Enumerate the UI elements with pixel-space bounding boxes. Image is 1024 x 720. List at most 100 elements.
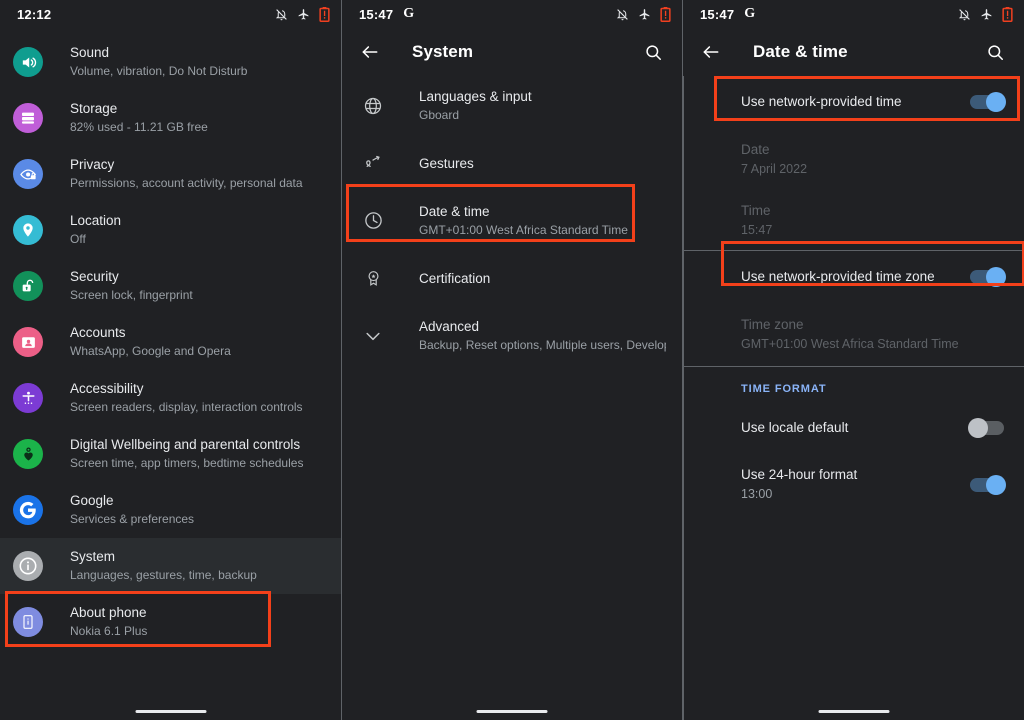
- panel-settings: 12:12 Sound Volume, vibration, Do Not Di…: [0, 0, 341, 720]
- system-item-gestures[interactable]: Gestures: [342, 135, 682, 191]
- row-value: GMT+01:00 West Africa Standard Time: [741, 337, 959, 351]
- settings-item-subtitle: Volume, vibration, Do Not Disturb: [70, 64, 248, 78]
- system-item-title: Gestures: [419, 155, 474, 171]
- toggle-use-network-provided-time[interactable]: [970, 92, 1006, 112]
- row-title: Use network-provided time: [741, 94, 902, 109]
- notifications-off-icon: [958, 8, 971, 21]
- row-date: Date 7 April 2022: [683, 128, 1024, 189]
- settings-item-subtitle: Screen time, app timers, bedtime schedul…: [70, 456, 304, 470]
- status-clock: 12:12: [17, 6, 52, 22]
- battery-alert-icon: [660, 6, 671, 22]
- settings-item-accessibility[interactable]: Accessibility Screen readers, display, i…: [0, 370, 341, 426]
- lock-open-icon: [13, 271, 43, 301]
- storage-icon: [13, 103, 43, 133]
- system-item-title: Certification: [419, 270, 491, 286]
- settings-item-title: Accessibility: [70, 381, 144, 396]
- row-use-24-hour-format[interactable]: Use 24-hour format 13:00: [683, 453, 1024, 516]
- row-time: Time 15:47: [683, 189, 1024, 250]
- settings-item-digital-wellbeing[interactable]: Digital Wellbeing and parental controls …: [0, 426, 341, 482]
- airplane-mode-icon: [980, 8, 993, 21]
- appbar-date-time: Date & time: [683, 28, 1024, 76]
- toggle-use-network-provided-time-zone[interactable]: [970, 267, 1006, 287]
- system-item-subtitle: Gboard: [419, 108, 460, 122]
- system-item-certification[interactable]: Certification: [342, 250, 682, 306]
- row-title: Time zone: [741, 317, 804, 332]
- info-circle-icon: [13, 551, 43, 581]
- settings-item-title: Storage: [70, 101, 118, 116]
- nav-gesture-pill: [476, 710, 548, 713]
- row-use-network-provided-time-zone[interactable]: Use network-provided time zone: [683, 251, 1024, 303]
- phone-info-icon: [13, 607, 43, 637]
- system-item-date-time[interactable]: Date & time GMT+01:00 West Africa Standa…: [342, 191, 682, 250]
- settings-item-title: About phone: [70, 605, 147, 620]
- row-title: Use network-provided time zone: [741, 269, 935, 284]
- settings-item-about-phone[interactable]: About phone Nokia 6.1 Plus: [0, 594, 341, 650]
- system-item-title: Date & time: [419, 204, 490, 219]
- screenshot-root: 12:12 Sound Volume, vibration, Do Not Di…: [0, 0, 1024, 720]
- search-icon[interactable]: [982, 39, 1008, 65]
- airplane-mode-icon: [638, 8, 651, 21]
- settings-item-subtitle: Languages, gestures, time, backup: [70, 568, 257, 582]
- system-list: Languages & input Gboard Gestures Date &…: [342, 76, 682, 365]
- settings-item-subtitle: Screen readers, display, interaction con…: [70, 400, 303, 414]
- settings-item-title: Privacy: [70, 157, 115, 172]
- nav-gesture-pill: [135, 710, 206, 713]
- status-clock: 15:47: [359, 6, 394, 22]
- nav-gesture-pill: [818, 710, 889, 713]
- settings-item-title: Location: [70, 213, 122, 228]
- row-time-zone: Time zone GMT+01:00 West Africa Standard…: [683, 303, 1024, 366]
- settings-item-title: Security: [70, 269, 119, 284]
- row-value: 7 April 2022: [741, 162, 808, 176]
- status-bar-date-time: 15:47 G: [683, 0, 1024, 28]
- battery-alert-icon: [1002, 6, 1013, 22]
- settings-item-subtitle: Off: [70, 232, 86, 246]
- settings-item-google[interactable]: Google Services & preferences: [0, 482, 341, 538]
- page-title: Date & time: [753, 42, 848, 61]
- settings-item-title: Accounts: [70, 325, 126, 340]
- settings-item-security[interactable]: Security Screen lock, fingerprint: [0, 258, 341, 314]
- settings-item-accounts[interactable]: Accounts WhatsApp, Google and Opera: [0, 314, 341, 370]
- location-pin-icon: [13, 215, 43, 245]
- settings-item-sound[interactable]: Sound Volume, vibration, Do Not Disturb: [0, 34, 341, 90]
- google-g-status-icon: G: [403, 6, 415, 21]
- settings-item-privacy[interactable]: Privacy Permissions, account activity, p…: [0, 146, 341, 202]
- page-title: System: [412, 42, 474, 61]
- row-use-locale-default[interactable]: Use locale default: [683, 403, 1024, 453]
- system-item-languages-input[interactable]: Languages & input Gboard: [342, 76, 682, 135]
- row-use-network-provided-time[interactable]: Use network-provided time: [683, 76, 1024, 128]
- notifications-off-icon: [275, 8, 288, 21]
- system-item-advanced[interactable]: Advanced Backup, Reset options, Multiple…: [342, 306, 682, 365]
- toggle-use-locale-default[interactable]: [968, 418, 1004, 438]
- settings-item-title: Sound: [70, 45, 110, 60]
- settings-item-subtitle: Permissions, account activity, personal …: [70, 176, 303, 190]
- accessibility-icon: [13, 383, 43, 413]
- date-time-list: Use network-provided time Date 7 April 2…: [683, 76, 1024, 516]
- back-arrow-icon[interactable]: [356, 38, 384, 66]
- status-clock: 15:47: [700, 6, 735, 22]
- row-title: Date: [741, 142, 770, 157]
- settings-item-storage[interactable]: Storage 82% used - 11.21 GB free: [0, 90, 341, 146]
- settings-item-system[interactable]: System Languages, gestures, time, backup: [0, 538, 341, 594]
- row-value: 13:00: [741, 487, 773, 501]
- system-item-title: Languages & input: [419, 89, 532, 104]
- panel-date-time: 15:47 G Date & time Use network-provided…: [682, 0, 1024, 720]
- status-bar-settings: 12:12: [0, 0, 341, 28]
- chevron-down-icon: [360, 326, 386, 346]
- settings-item-subtitle: 82% used - 11.21 GB free: [70, 120, 208, 134]
- privacy-eye-icon: [13, 159, 43, 189]
- gestures-icon: [360, 153, 386, 173]
- toggle-use-24-hour-format[interactable]: [970, 474, 1006, 495]
- google-g-icon: [13, 495, 43, 525]
- status-icons: [275, 6, 330, 22]
- panel-system: 15:47 G System Languages & input Gboard …: [341, 0, 682, 720]
- back-arrow-icon[interactable]: [697, 38, 725, 66]
- airplane-mode-icon: [297, 8, 310, 21]
- status-icons: [958, 6, 1013, 22]
- battery-alert-icon: [319, 6, 330, 22]
- notifications-off-icon: [616, 8, 629, 21]
- settings-item-location[interactable]: Location Off: [0, 202, 341, 258]
- section-title-time-format: TIME FORMAT: [741, 383, 827, 395]
- search-icon[interactable]: [640, 39, 666, 65]
- row-title: Time: [741, 203, 771, 218]
- system-item-subtitle: GMT+01:00 West Africa Standard Time: [419, 223, 628, 237]
